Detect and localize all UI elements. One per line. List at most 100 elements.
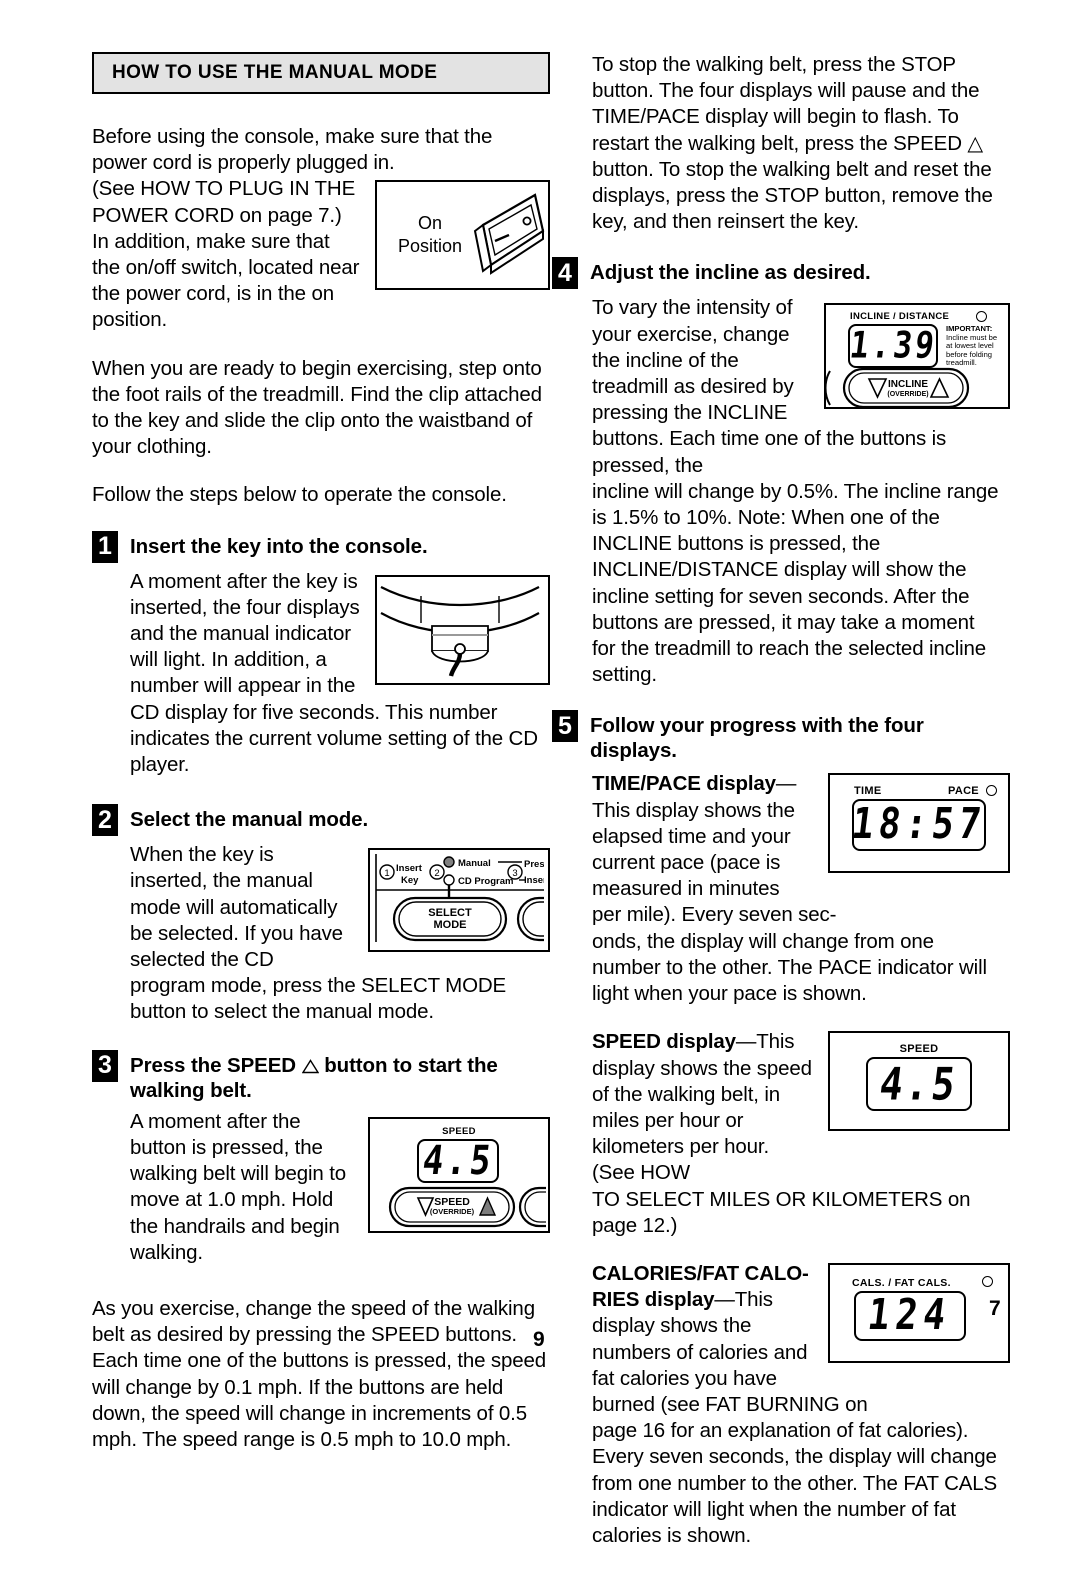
- on-off-switch-figure: On Position: [375, 180, 550, 291]
- time-pace-body-full: onds, the display will change from one n…: [592, 929, 987, 1006]
- speed-buttons-illustration: SPEED (OVERRIDE): [388, 1186, 546, 1227]
- stop-paragraph: To stop the walking belt, press the STOP…: [592, 53, 993, 234]
- step-5-title: Follow your progress with the four displ…: [590, 714, 924, 763]
- step-2-body-wrap: 1 Insert Key 2 Manual CD Program 3 Pres …: [130, 842, 550, 1047]
- calories-display-figure: CALS. / FAT CALS. 124: [828, 1262, 1010, 1363]
- svg-text:SELECT: SELECT: [428, 907, 472, 919]
- step-3-title: Press the SPEED button to start the walk…: [130, 1050, 550, 1103]
- speed-body-wrapped: This display shows the speed of the walk…: [592, 1030, 812, 1185]
- time-pace-section: TIME PACE 18:57 TIME/PACE display— This …: [592, 771, 1010, 1007]
- pace-indicator-dot: [986, 785, 997, 797]
- speed-display-figure: SPEED 4.5: [828, 1031, 1010, 1132]
- section-title: HOW TO USE THE MANUAL MODE: [112, 62, 438, 83]
- svg-text:3: 3: [512, 868, 517, 879]
- speed-dash: —: [735, 1030, 757, 1054]
- important-body: Incline must be at lowest level before f…: [946, 332, 998, 368]
- speed-lcd-digits: 4.5: [419, 1137, 497, 1185]
- incline-indicator-dot: [976, 311, 987, 323]
- time-pace-heading: TIME/PACE display: [592, 772, 776, 796]
- calories-section: CALS. / FAT CALS. 124 CALORIES/FAT CALO-…: [592, 1261, 1010, 1549]
- speed-section: SPEED 4.5 SPEED display—This display sho…: [592, 1029, 1010, 1239]
- calories-heading-line1: CALORIES/FAT CALO-: [592, 1261, 809, 1285]
- svg-text:(OVERRIDE): (OVERRIDE): [887, 391, 928, 398]
- step-1-title: Insert the key into the console.: [130, 534, 428, 558]
- intro-paragraph-2: When you are ready to begin exercising, …: [92, 356, 542, 459]
- calories-lcd-digits: 124: [865, 1291, 955, 1340]
- speed-figure-lcd: 4.5: [866, 1057, 972, 1112]
- intro-paragraph-1a: Before using the console, make sure that…: [92, 125, 493, 175]
- page-number-right: 7: [989, 1297, 1001, 1320]
- svg-text:MODE: MODE: [434, 919, 467, 931]
- time-pace-lcd-digits: 18:57: [849, 800, 989, 850]
- calories-body-full: page 16 for an explanation of fat calori…: [592, 1419, 998, 1547]
- right-column: To stop the walking belt, press the STOP…: [552, 52, 1010, 1571]
- speed-body-full: TO SELECT MILES OR KILOMETERS on page 12…: [592, 1187, 971, 1237]
- step-4-body-full: incline will change by 0.5%. The incline…: [592, 479, 999, 687]
- time-pace-lcd: 18:57: [849, 799, 989, 852]
- key-console-figure: [375, 574, 550, 685]
- left-closing-paragraph: As you exercise, change the speed of the…: [92, 1296, 547, 1451]
- incline-lcd: 1.39: [847, 324, 940, 369]
- incline-lcd-digits: 1.39: [847, 324, 940, 368]
- intro-paragraph-3: Follow the steps below to operate the co…: [92, 483, 507, 507]
- speed-heading: SPEED display: [592, 1030, 736, 1054]
- rocker-switch-icon: [473, 193, 545, 276]
- select-mode-illustration: 1 Insert Key 2 Manual CD Program 3 Pres …: [375, 854, 544, 943]
- step-4-body-wrap: INCLINE / DISTANCE 1.39 IMPORTANT: Incli…: [592, 295, 1010, 688]
- step-3-number: 3: [92, 1049, 118, 1082]
- step-2-title: Select the manual mode.: [130, 808, 369, 832]
- step-3-body-wrap: SPEED 4.5 SPEED (OVERRIDE) A moment afte…: [130, 1109, 550, 1288]
- incline-display-figure: INCLINE / DISTANCE 1.39 IMPORTANT: Incli…: [824, 303, 1010, 410]
- step-1-number: 1: [92, 530, 118, 563]
- time-pace-dash: —: [775, 772, 797, 796]
- pace-caption: PACE: [948, 785, 979, 798]
- step-4-heading: 4 Adjust the incline as desired.: [552, 257, 1000, 290]
- left-column: HOW TO USE THE MANUAL MODE Before using …: [92, 52, 550, 1475]
- incline-buttons-illustration: INCLINE (OVERRIDE): [824, 368, 970, 409]
- svg-text:(OVERRIDE): (OVERRIDE): [430, 1207, 475, 1216]
- svg-text:Insert: Insert: [396, 863, 423, 874]
- switch-figure-label: On Position: [393, 212, 467, 258]
- step-5-heading: 5 Follow your progress with the four dis…: [552, 710, 1000, 763]
- calories-lcd: 124: [854, 1290, 966, 1341]
- step-5-number: 5: [552, 710, 578, 743]
- step-3-title-before: Press the SPEED: [130, 1053, 296, 1077]
- section-banner: HOW TO USE THE MANUAL MODE: [92, 52, 550, 94]
- svg-text:1: 1: [384, 868, 389, 879]
- step-3-heading: 3 Press the SPEED button to start the wa…: [92, 1049, 550, 1103]
- fat-cals-indicator-dot: [982, 1275, 993, 1287]
- speed-display-figure-step3: SPEED 4.5 SPEED (OVERRIDE): [368, 1116, 550, 1233]
- step-4-title: Adjust the incline as desired.: [590, 261, 871, 285]
- manual-page: HOW TO USE THE MANUAL MODE Before using …: [0, 0, 1080, 1547]
- select-mode-figure: 1 Insert Key 2 Manual CD Program 3 Pres …: [368, 848, 550, 953]
- triangle-up-icon: [301, 1058, 319, 1073]
- step-2-heading: 2 Select the manual mode.: [92, 804, 550, 837]
- svg-text:Press: Press: [524, 859, 544, 870]
- step-1-body-wrap: A moment after the key is inserted, the …: [130, 569, 550, 801]
- speed-figure-caption: SPEED: [899, 1043, 939, 1056]
- console-key-illustration: [380, 585, 540, 677]
- svg-text:2: 2: [434, 868, 439, 879]
- speed-figure-digits: 4.5: [876, 1058, 961, 1111]
- page-number-center: 9: [533, 1328, 545, 1351]
- svg-text:Manual: Manual: [458, 858, 491, 869]
- switch-label-line2: Position: [397, 236, 463, 257]
- svg-text:CD Program: CD Program: [458, 876, 513, 887]
- time-pace-display-figure: TIME PACE 18:57: [828, 773, 1010, 874]
- svg-text:Insert: Insert: [524, 875, 544, 886]
- speed-lcd: 4.5: [417, 1137, 499, 1185]
- step-2-number: 2: [92, 804, 118, 837]
- switch-label-line1: On: [417, 213, 442, 234]
- time-caption: TIME: [854, 785, 882, 798]
- speed-display-caption: SPEED: [442, 1125, 476, 1137]
- calories-heading-line2: RIES display: [592, 1288, 715, 1312]
- step-4-number: 4: [552, 257, 578, 290]
- incline-display-caption: INCLINE / DISTANCE: [850, 311, 950, 323]
- step-1-heading: 1 Insert the key into the console.: [92, 530, 550, 563]
- calories-figure-caption: CALS. / FAT CALS.: [852, 1276, 951, 1289]
- time-pace-body-wrapped: This display shows the elapsed time and …: [592, 798, 837, 927]
- svg-text:Key: Key: [401, 875, 419, 886]
- calories-dash: —: [714, 1288, 735, 1312]
- svg-text:INCLINE: INCLINE: [888, 379, 928, 390]
- incline-important-note: IMPORTANT: Incline must be at lowest lev…: [946, 325, 998, 367]
